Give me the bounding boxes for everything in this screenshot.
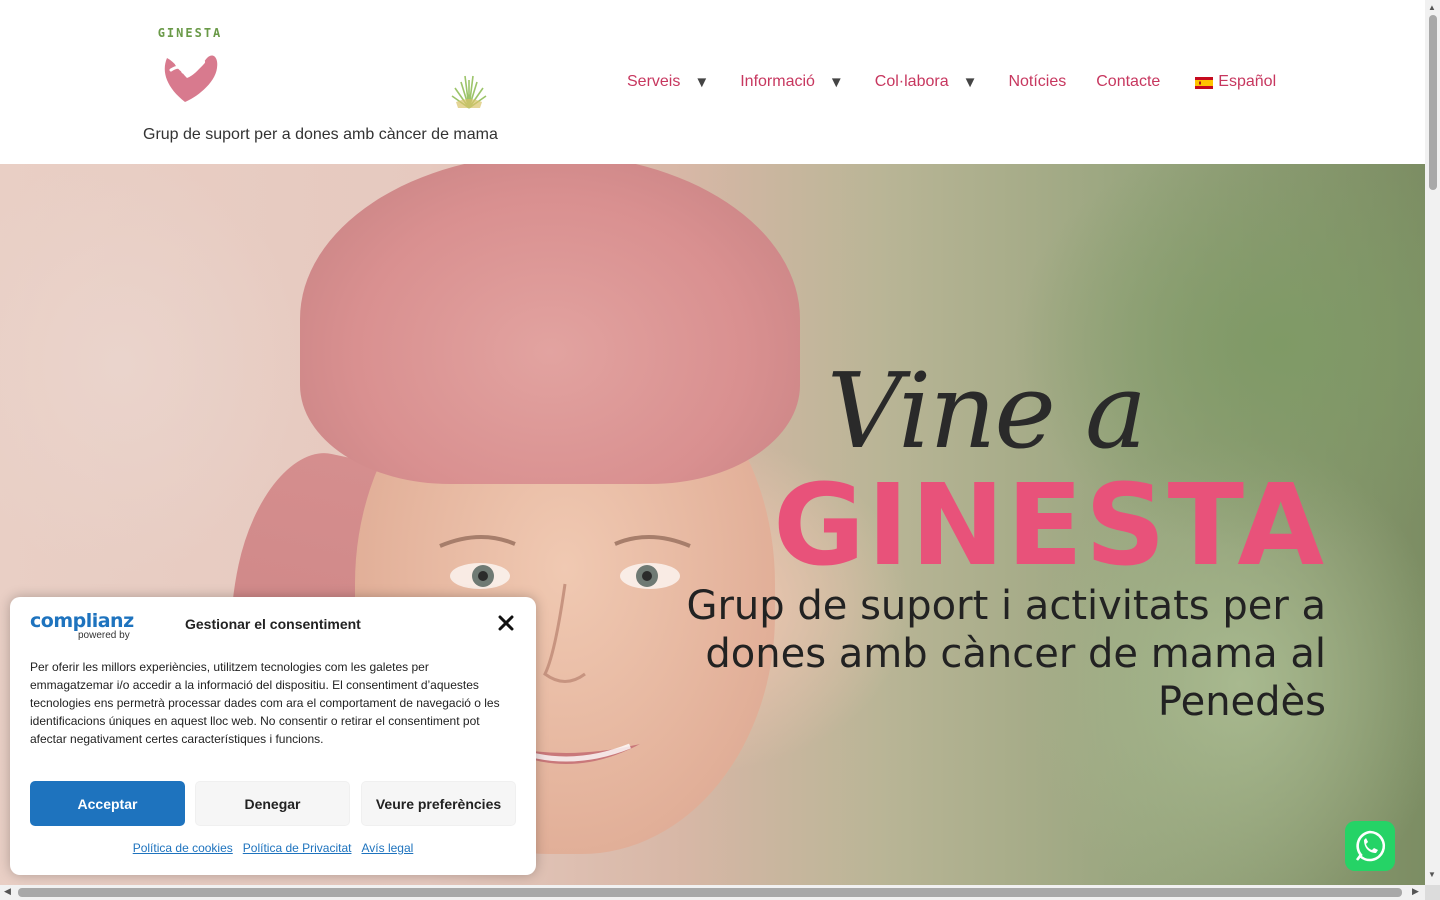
consent-links: Política de cookies Política de Privacit… xyxy=(10,841,536,855)
whatsapp-button[interactable] xyxy=(1345,821,1395,871)
nav-item-contacte[interactable]: Contacte xyxy=(1096,73,1160,91)
legal-notice-link[interactable]: Avís legal xyxy=(361,841,413,855)
ginesta-logo[interactable]: GINESTA xyxy=(157,26,223,108)
nav-item-noticies[interactable]: Notícies xyxy=(1008,73,1066,91)
chevron-down-icon[interactable]: ▼ xyxy=(963,74,978,91)
nav-item-informacio[interactable]: Informació ▼ xyxy=(740,73,844,91)
close-icon[interactable] xyxy=(496,614,516,634)
page-viewport: GINESTA Grup de suport per a dones amb c… xyxy=(0,0,1425,885)
scroll-right-arrow-icon[interactable]: ▶ xyxy=(1412,886,1419,897)
chevron-down-icon[interactable]: ▼ xyxy=(694,74,709,91)
grass-icon xyxy=(451,75,487,109)
nav-item-label: Col·labora xyxy=(874,73,949,90)
powered-by-label: powered by xyxy=(78,630,130,641)
scrollbar-corner xyxy=(1425,885,1440,900)
nav-item-serveis[interactable]: Serveis ▼ xyxy=(627,73,709,91)
cookie-policy-link[interactable]: Política de cookies xyxy=(133,841,233,855)
whatsapp-icon xyxy=(1355,830,1386,862)
scroll-left-arrow-icon[interactable]: ◀ xyxy=(4,886,11,897)
nav-item-label: Informació xyxy=(740,73,815,90)
consent-message: Per oferir les millors experiències, uti… xyxy=(30,660,500,746)
complianz-logo: complianz powered by xyxy=(30,610,134,641)
hero-photo-headscarf xyxy=(300,164,800,484)
hero-script-heading: Vine a xyxy=(826,350,1147,472)
nav-item-collabora[interactable]: Col·labora ▼ xyxy=(875,73,978,91)
nav-item-label: Serveis xyxy=(627,73,681,90)
site-header: GINESTA Grup de suport per a dones amb c… xyxy=(0,0,1425,164)
vertical-scrollbar-thumb[interactable] xyxy=(1429,15,1437,190)
site-tagline: Grup de suport per a dones amb càncer de… xyxy=(143,126,498,143)
chevron-down-icon[interactable]: ▼ xyxy=(829,74,844,91)
logo-heart-icon xyxy=(164,55,218,102)
horizontal-scrollbar-thumb[interactable] xyxy=(18,888,1402,897)
nav-item-label: Notícies xyxy=(1008,73,1067,90)
consent-title: Gestionar el consentiment xyxy=(185,616,361,632)
deny-button[interactable]: Denegar xyxy=(195,781,350,826)
cookie-consent-dialog: complianz powered by Gestionar el consen… xyxy=(10,597,536,875)
nav-item-label: Contacte xyxy=(1096,73,1161,90)
spain-flag-icon xyxy=(1195,76,1214,89)
language-label: Español xyxy=(1218,73,1277,90)
scroll-up-arrow-icon[interactable]: ▲ xyxy=(1428,3,1436,12)
privacy-policy-link[interactable]: Política de Privacitat xyxy=(243,841,352,855)
accept-button[interactable]: Acceptar xyxy=(30,781,185,826)
complianz-brand: complianz xyxy=(30,610,134,632)
hero-title: GINESTA xyxy=(773,461,1326,591)
main-nav: Serveis ▼ Informació ▼ Col·labora ▼ Notí… xyxy=(627,72,1276,92)
view-preferences-button[interactable]: Veure preferències xyxy=(361,781,516,826)
hero-subtitle: Grup de suport i activitats per a dones … xyxy=(686,583,1326,725)
scroll-down-arrow-icon[interactable]: ▼ xyxy=(1428,870,1436,879)
nav-item-language[interactable]: Español xyxy=(1195,73,1276,91)
